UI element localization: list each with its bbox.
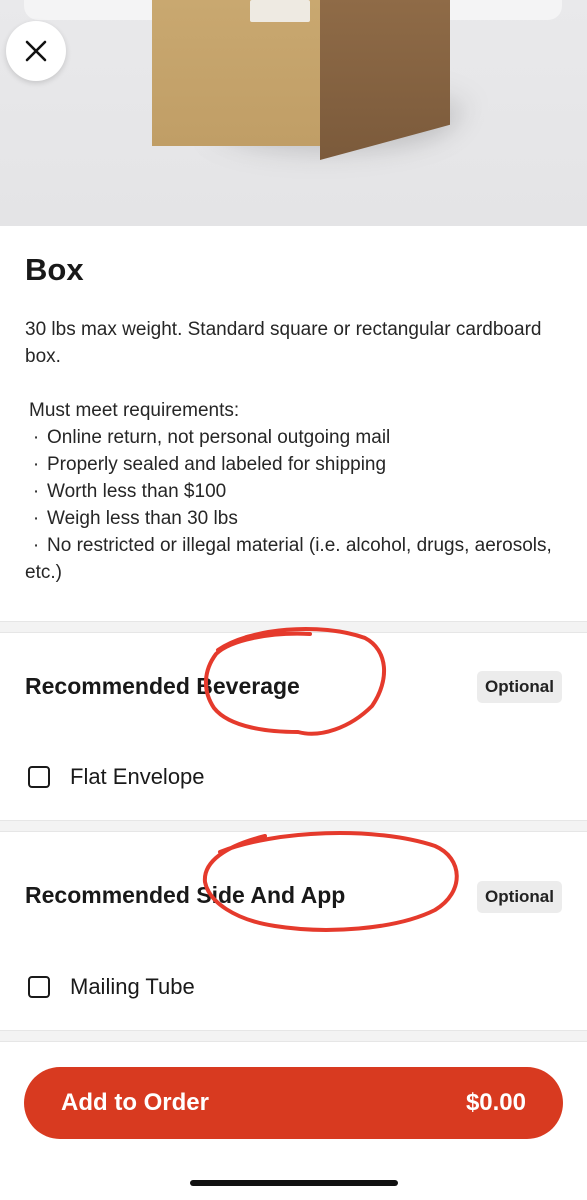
product-description: 30 lbs max weight. Standard square or re… [25, 319, 542, 367]
optional-badge: Optional [477, 671, 562, 703]
section-title-beverage: Recommended Beverage [25, 673, 300, 699]
box-label [250, 0, 310, 22]
close-button[interactable] [6, 21, 66, 81]
requirement-item: · Online return, not personal outgoing ma… [32, 427, 391, 448]
requirement-item: · Weigh less than 30 lbs [32, 508, 238, 529]
requirements-block: Must meet requirements: · Online return, … [25, 397, 565, 586]
add-to-order-button[interactable]: Add to Order $0.00 [24, 1067, 563, 1139]
product-title: Box [25, 252, 84, 287]
section-divider [0, 820, 587, 832]
section-title-side-and-app: Recommended Side And App [25, 882, 346, 908]
optional-badge: Optional [477, 881, 562, 913]
product-detail-page: Box 30 lbs max weight. Standard square o… [0, 0, 587, 1200]
requirement-item: · Properly sealed and labeled for shippin… [32, 454, 387, 475]
product-image [0, 0, 587, 226]
option-flat-envelope[interactable]: Flat Envelope [28, 764, 205, 790]
order-price: $0.00 [465, 1089, 526, 1116]
section-divider [0, 621, 587, 633]
requirement-item: · Worth less than $100 [32, 481, 227, 502]
add-to-order-label: Add to Order [61, 1089, 209, 1116]
option-mailing-tube[interactable]: Mailing Tube [28, 974, 195, 1000]
requirement-item: · No restricted or illegal material (i.e.… [25, 535, 552, 583]
home-indicator[interactable] [190, 1180, 398, 1186]
section-divider [0, 1030, 587, 1042]
requirements-heading: Must meet requirements: [29, 400, 240, 421]
option-label: Flat Envelope [70, 764, 205, 789]
checkbox-icon[interactable] [28, 766, 50, 788]
close-icon [25, 40, 47, 62]
option-label: Mailing Tube [70, 974, 195, 999]
checkbox-icon[interactable] [28, 976, 50, 998]
